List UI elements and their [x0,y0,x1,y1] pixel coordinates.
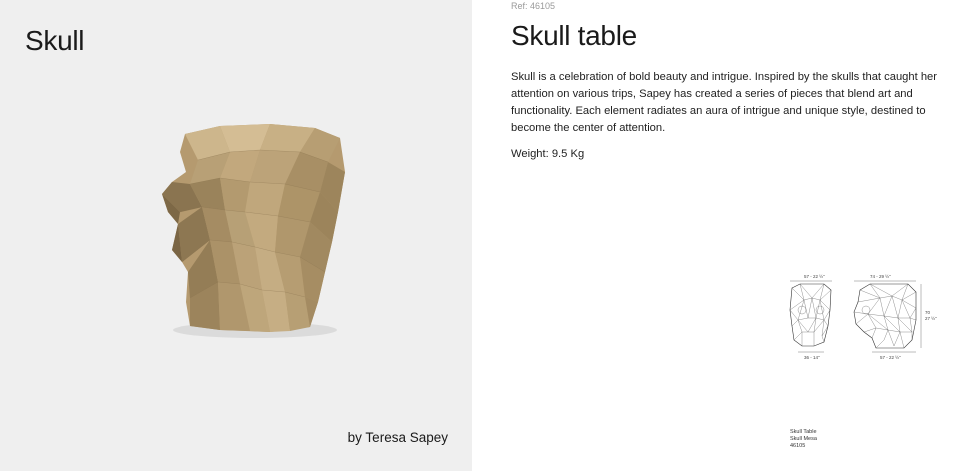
front-view-drawing: 57 - 22 ½" 36 - 14" [789,273,832,360]
caption-line-spanish: Skull Mesa [790,436,817,442]
front-top-dimension: 57 - 22 ½" [804,273,825,279]
collection-title: Skull [25,25,85,56]
side-bottom-dimension: 57 - 22 ½" [880,354,901,360]
caption-line-english: Skull Table [790,429,817,435]
product-photo-panel: Skull by Teresa Sapey [0,0,472,471]
height-dimension-cm: 70 [925,310,931,315]
product-weight: Weight: 9.5 Kg [511,148,585,160]
product-title: Skull table [511,20,637,51]
height-dimension-in: 27 ½" [925,315,937,321]
front-bottom-dimension: 36 - 14" [804,355,820,360]
caption-line-ref: 46105 [790,443,806,449]
product-info-panel: Ref: 46105 Skull table Skull is a celebr… [472,0,958,471]
product-reference: Ref: 46105 [511,1,556,11]
skull-table-photo [162,124,345,338]
technical-drawing: 57 - 22 ½" 36 - 14" 74 - 29 ½" 57 - 22 ½… [789,273,937,360]
drawing-caption: Skull Table Skull Mesa 46105 [790,429,817,450]
side-view-drawing: 74 - 29 ½" 57 - 22 ½" 70 27 ½" [853,273,937,360]
side-top-dimension: 74 - 29 ½" [870,273,891,279]
product-sheet: Skull by Teresa Sapey Ref: 46105 Skull t… [0,0,958,471]
designer-credit: by Teresa Sapey [347,430,448,445]
product-description: Skull is a celebration of bold beauty an… [511,71,938,134]
